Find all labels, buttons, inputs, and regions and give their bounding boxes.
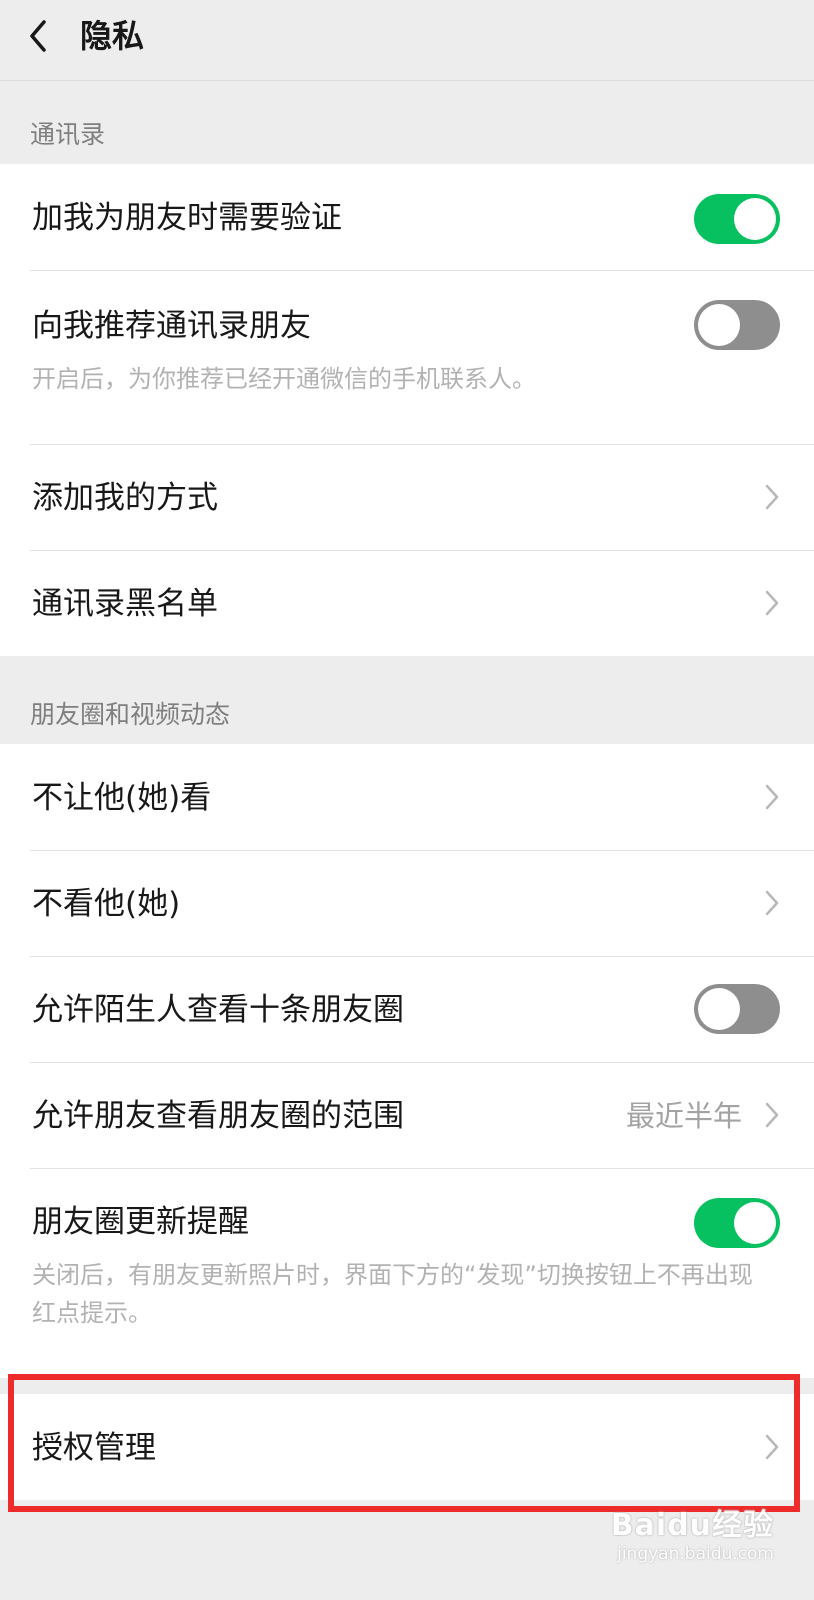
- moments-range-value: 最近半年: [625, 1099, 742, 1133]
- nav-bar: 隐私: [0, 0, 814, 81]
- recommend-contacts-toggle[interactable]: [694, 300, 780, 350]
- row-label: 允许陌生人查看十条朋友圈: [32, 992, 404, 1028]
- watermark-url: jingyan.baidu.com: [617, 1544, 774, 1564]
- row-recommend-contacts: 向我推荐通讯录朋友 开启后，为你推荐已经开通微信的手机联系人。: [0, 270, 814, 444]
- row-label: 不看他(她): [32, 886, 181, 922]
- chevron-right-icon: [765, 1102, 779, 1128]
- row-label: 朋友圈更新提醒: [32, 1204, 249, 1240]
- row-label: 添加我的方式: [32, 480, 218, 516]
- friend-verification-toggle[interactable]: [694, 194, 780, 244]
- row-hide-their-posts[interactable]: 不看他(她): [0, 850, 814, 956]
- moments-group: 不让他(她)看 不看他(她) 允许陌生人查看十条朋友圈 允许朋友查看朋友圈的范围…: [0, 744, 814, 1378]
- row-add-me-methods[interactable]: 添加我的方式: [0, 444, 814, 550]
- row-label: 通讯录黑名单: [32, 586, 218, 622]
- row-hide-from[interactable]: 不让他(她)看: [0, 744, 814, 850]
- contacts-group: 加我为朋友时需要验证 向我推荐通讯录朋友 开启后，为你推荐已经开通微信的手机联系…: [0, 164, 814, 656]
- row-authorization-management[interactable]: 授权管理: [0, 1394, 814, 1500]
- section-label-moments: 朋友圈和视频动态: [30, 700, 231, 729]
- toggle-knob: [698, 988, 740, 1030]
- auth-group: 授权管理: [0, 1394, 814, 1500]
- row-contacts-blacklist[interactable]: 通讯录黑名单: [0, 550, 814, 656]
- row-label: 加我为朋友时需要验证: [32, 200, 342, 236]
- page-title: 隐私: [80, 17, 145, 55]
- back-arrow-icon: [30, 20, 46, 52]
- row-friend-verification: 加我为朋友时需要验证: [0, 164, 814, 270]
- baidu-watermark: Baidu经验 jingyan.baidu.com: [611, 1500, 774, 1564]
- row-description: 开启后，为你推荐已经开通微信的手机联系人。: [32, 365, 536, 393]
- chevron-right-icon: [765, 784, 779, 810]
- toggle-knob: [698, 304, 740, 346]
- chevron-right-icon: [765, 590, 779, 616]
- chevron-right-icon: [765, 890, 779, 916]
- row-label: 授权管理: [32, 1430, 156, 1466]
- chevron-right-icon: [765, 484, 779, 510]
- row-label: 向我推荐通讯录朋友: [32, 308, 311, 344]
- back-button[interactable]: [20, 14, 60, 58]
- toggle-knob: [734, 198, 776, 240]
- row-description: 关闭后，有朋友更新照片时，界面下方的“发现”切换按钮上不再出现红点提示。: [32, 1261, 753, 1327]
- row-label: 允许朋友查看朋友圈的范围: [32, 1098, 404, 1134]
- row-moments-range[interactable]: 允许朋友查看朋友圈的范围 最近半年: [0, 1062, 814, 1168]
- row-label: 不让他(她)看: [32, 780, 212, 816]
- section-label-contacts: 通讯录: [30, 120, 106, 149]
- watermark-brand: Baidu经验: [610, 1508, 774, 1543]
- toggle-knob: [734, 1202, 776, 1244]
- moments-reminder-toggle[interactable]: [694, 1198, 780, 1248]
- strangers-view-toggle[interactable]: [694, 984, 780, 1034]
- chevron-right-icon: [765, 1434, 779, 1460]
- row-moments-update-reminder: 朋友圈更新提醒 关闭后，有朋友更新照片时，界面下方的“发现”切换按钮上不再出现红…: [0, 1168, 814, 1378]
- row-strangers-view-ten: 允许陌生人查看十条朋友圈: [0, 956, 814, 1062]
